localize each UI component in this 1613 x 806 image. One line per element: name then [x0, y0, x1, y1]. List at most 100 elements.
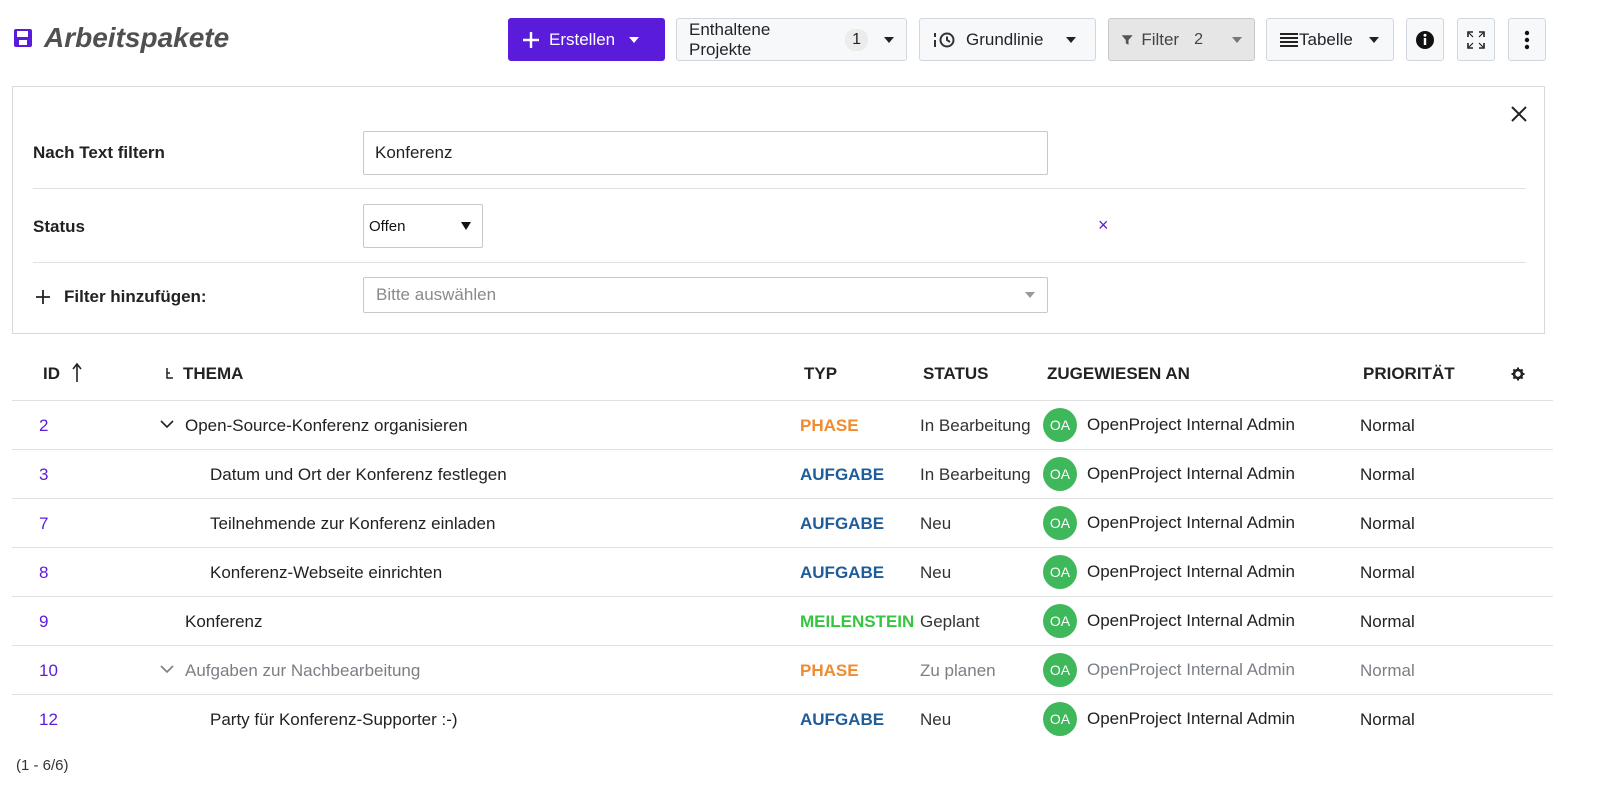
row-status[interactable]: Neu — [920, 710, 951, 730]
plus-icon[interactable] — [35, 289, 51, 305]
row-id-link[interactable]: 2 — [39, 416, 48, 436]
row-id-link[interactable]: 8 — [39, 563, 48, 583]
row-id-link[interactable]: 3 — [39, 465, 48, 485]
row-type: MEILENSTEIN — [800, 612, 915, 631]
row-status[interactable]: In Bearbeitung — [920, 416, 1031, 436]
avatar: OA — [1043, 555, 1077, 589]
included-projects-label: Enthaltene Projekte — [689, 19, 771, 59]
row-assignee[interactable]: OA OpenProject Internal Admin — [1043, 408, 1295, 442]
row-assignee-name: OpenProject Internal Admin — [1087, 415, 1295, 434]
row-status[interactable]: Neu — [920, 514, 951, 534]
row-assignee-name: OpenProject Internal Admin — [1087, 464, 1295, 483]
table-row[interactable]: 9 Konferenz MEILENSTEIN Geplant OA OpenP… — [12, 597, 1553, 646]
more-menu-button[interactable] — [1508, 18, 1546, 61]
row-status[interactable]: In Bearbeitung — [920, 465, 1031, 485]
row-priority[interactable]: Normal — [1360, 710, 1415, 730]
row-subject[interactable]: Aufgaben zur Nachbearbeitung — [185, 661, 420, 681]
row-subject[interactable]: Datum und Ort der Konferenz festlegen — [210, 465, 507, 485]
row-id-link[interactable]: 9 — [39, 612, 48, 632]
fullscreen-button[interactable] — [1457, 18, 1495, 61]
status-filter-value: Offen — [369, 217, 406, 235]
column-header-priority[interactable]: PRIORITÄT — [1363, 364, 1455, 384]
table-header: ID THEMA TYP STATUS ZUGEWIESEN AN PRIORI… — [12, 352, 1553, 401]
create-button-label: Erstellen — [549, 29, 616, 49]
text-filter-input[interactable] — [363, 131, 1048, 175]
row-priority[interactable]: Normal — [1360, 563, 1415, 583]
row-subject[interactable]: Open-Source-Konferenz organisieren — [185, 416, 468, 436]
row-id-link[interactable]: 7 — [39, 514, 48, 534]
table-row[interactable]: 12 Party für Konferenz-Supporter :-) AUF… — [12, 695, 1553, 744]
row-assignee[interactable]: OA OpenProject Internal Admin — [1043, 604, 1295, 638]
chevron-down-icon[interactable] — [160, 664, 174, 674]
row-type: PHASE — [800, 661, 859, 680]
row-status[interactable]: Zu planen — [920, 661, 996, 681]
row-priority[interactable]: Normal — [1360, 661, 1415, 681]
row-status[interactable]: Geplant — [920, 612, 980, 632]
column-header-subject[interactable]: THEMA — [183, 364, 243, 384]
table-row[interactable]: 2 Open-Source-Konferenz organisieren PHA… — [12, 401, 1553, 450]
row-priority[interactable]: Normal — [1360, 514, 1415, 534]
chevron-down-icon[interactable] — [160, 419, 174, 429]
create-button[interactable]: Erstellen — [508, 18, 665, 61]
view-mode-label: Tabelle — [1299, 29, 1353, 49]
save-icon[interactable] — [12, 27, 34, 49]
included-projects-button[interactable]: Enthaltene Projekte 1 — [676, 18, 907, 61]
gear-icon[interactable] — [1511, 367, 1525, 381]
filter-count-badge: 2 — [1194, 30, 1203, 48]
row-assignee[interactable]: OA OpenProject Internal Admin — [1043, 555, 1295, 589]
add-filter-select[interactable]: Bitte auswählen — [363, 277, 1048, 313]
table-row[interactable]: 8 Konferenz-Webseite einrichten AUFGABE … — [12, 548, 1553, 597]
avatar: OA — [1043, 506, 1077, 540]
plus-icon — [523, 31, 539, 48]
row-assignee-name: OpenProject Internal Admin — [1087, 660, 1295, 679]
text-filter-row: Nach Text filtern — [33, 87, 1526, 189]
chevron-down-icon — [884, 36, 894, 43]
column-header-id[interactable]: ID — [43, 364, 60, 384]
row-type: AUFGABE — [800, 465, 885, 484]
row-subject[interactable]: Konferenz-Webseite einrichten — [210, 563, 442, 583]
row-priority[interactable]: Normal — [1360, 612, 1415, 632]
table-icon — [1280, 32, 1298, 47]
table-row[interactable]: 3 Datum und Ort der Konferenz festlegen … — [12, 450, 1553, 499]
row-assignee[interactable]: OA OpenProject Internal Admin — [1043, 506, 1295, 540]
status-filter-label: Status — [33, 217, 85, 236]
chevron-down-icon — [461, 222, 471, 230]
row-assignee[interactable]: OA OpenProject Internal Admin — [1043, 457, 1295, 491]
row-subject[interactable]: Party für Konferenz-Supporter :-) — [210, 710, 458, 730]
row-priority[interactable]: Normal — [1360, 416, 1415, 436]
row-subject[interactable]: Konferenz — [185, 612, 263, 632]
row-subject[interactable]: Teilnehmende zur Konferenz einladen — [210, 514, 495, 534]
view-mode-button[interactable]: Tabelle — [1266, 18, 1394, 61]
column-header-status[interactable]: STATUS — [923, 364, 988, 384]
column-header-type[interactable]: TYP — [804, 364, 837, 384]
sort-ascending-icon[interactable] — [72, 363, 82, 383]
row-priority[interactable]: Normal — [1360, 465, 1415, 485]
details-button[interactable] — [1406, 18, 1444, 61]
filter-button[interactable]: Filter 2 — [1108, 18, 1255, 61]
row-status[interactable]: Neu — [920, 563, 951, 583]
row-id-link[interactable]: 12 — [39, 710, 58, 730]
avatar: OA — [1043, 653, 1077, 687]
baseline-button[interactable]: Grundlinie — [919, 18, 1096, 61]
add-filter-placeholder: Bitte auswählen — [376, 285, 497, 304]
table-row[interactable]: 7 Teilnehmende zur Konferenz einladen AU… — [12, 499, 1553, 548]
status-filter-row: Status Offen × — [33, 189, 1526, 263]
row-assignee-name: OpenProject Internal Admin — [1087, 611, 1295, 630]
avatar: OA — [1043, 604, 1077, 638]
row-type: PHASE — [800, 416, 859, 435]
filter-panel: Nach Text filtern Status Offen × Filter … — [12, 86, 1545, 334]
remove-status-filter-button[interactable]: × — [1098, 215, 1109, 236]
projects-count-badge: 1 — [845, 28, 868, 51]
row-assignee[interactable]: OA OpenProject Internal Admin — [1043, 702, 1295, 736]
table-row[interactable]: 10 Aufgaben zur Nachbearbeitung PHASE Zu… — [12, 646, 1553, 695]
column-header-assignee[interactable]: ZUGEWIESEN AN — [1047, 364, 1190, 384]
add-filter-row: Filter hinzufügen: Bitte auswählen — [33, 263, 1526, 335]
toolbar: Arbeitspakete Erstellen Enthaltene Proje… — [0, 0, 1613, 82]
avatar: OA — [1043, 702, 1077, 736]
info-icon — [1416, 30, 1434, 49]
row-id-link[interactable]: 10 — [39, 661, 58, 681]
status-filter-select[interactable]: Offen — [363, 204, 483, 248]
row-type: AUFGABE — [800, 710, 885, 729]
row-assignee[interactable]: OA OpenProject Internal Admin — [1043, 653, 1295, 687]
hierarchy-icon[interactable] — [164, 366, 176, 384]
